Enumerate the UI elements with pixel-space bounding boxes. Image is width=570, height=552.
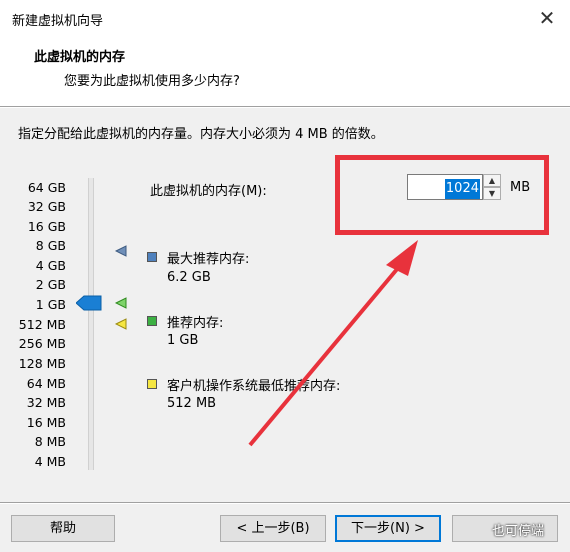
scale-label: 8 MB xyxy=(34,434,66,449)
scale-label: 32 GB xyxy=(27,199,66,214)
recommended-value: 1 GB xyxy=(167,333,199,348)
recommended-title: 推荐内存: xyxy=(167,316,224,331)
scale-label: 16 MB xyxy=(26,415,66,430)
window-title: 新建虚拟机向导 xyxy=(12,14,104,29)
recommended-swatch xyxy=(147,316,157,326)
instruction-text: 指定分配给此虚拟机的内存量。内存大小必须为 4 MB 的倍数。 xyxy=(18,127,384,142)
scale-label: 256 MB xyxy=(18,336,66,351)
title-bar: 新建虚拟机向导 ✕ xyxy=(0,0,570,36)
scale-label: 4 MB xyxy=(34,454,66,469)
page-title: 此虚拟机的内存 xyxy=(34,50,126,65)
scale-label: 1 GB xyxy=(35,297,66,312)
scale-label: 64 MB xyxy=(26,376,66,391)
watermark-text: 也可停端 xyxy=(492,524,545,539)
footer-divider-highlight xyxy=(0,503,570,504)
close-icon[interactable]: ✕ xyxy=(534,4,560,32)
page-subtitle: 您要为此虚拟机使用多少内存? xyxy=(64,74,240,89)
wizard-header: 此虚拟机的内存 您要为此虚拟机使用多少内存? xyxy=(0,36,570,106)
scale-label: 32 MB xyxy=(26,395,66,410)
back-button[interactable]: < 上一步(B) xyxy=(220,515,326,542)
guest-min-title: 客户机操作系统最低推荐内存: xyxy=(167,379,341,394)
help-button[interactable]: 帮助 xyxy=(11,515,115,542)
scale-label: 64 GB xyxy=(27,180,66,195)
guest-min-marker-icon xyxy=(115,318,127,330)
scale-label: 8 GB xyxy=(35,238,66,253)
annotation-highlight-box xyxy=(335,155,549,235)
scale-label: 4 GB xyxy=(35,258,66,273)
next-button[interactable]: 下一步(N) > xyxy=(335,515,441,542)
max-recommended-title: 最大推荐内存: xyxy=(167,252,250,267)
max-recommended-value: 6.2 GB xyxy=(167,270,211,285)
scale-label: 16 GB xyxy=(27,219,66,234)
guest-min-value: 512 MB xyxy=(167,396,217,411)
max-recommended-marker-icon xyxy=(115,245,127,257)
scale-label: 128 MB xyxy=(18,356,66,371)
header-divider-highlight xyxy=(0,107,570,108)
max-recommended-swatch xyxy=(147,252,157,262)
scale-label: 2 GB xyxy=(35,277,66,292)
memory-slider-track[interactable] xyxy=(88,178,94,470)
memory-label: 此虚拟机的内存(M): xyxy=(150,184,267,199)
guest-min-swatch xyxy=(147,379,157,389)
scale-label: 512 MB xyxy=(18,317,66,332)
memory-slider-thumb[interactable] xyxy=(76,295,102,311)
recommended-marker-icon xyxy=(115,297,127,309)
